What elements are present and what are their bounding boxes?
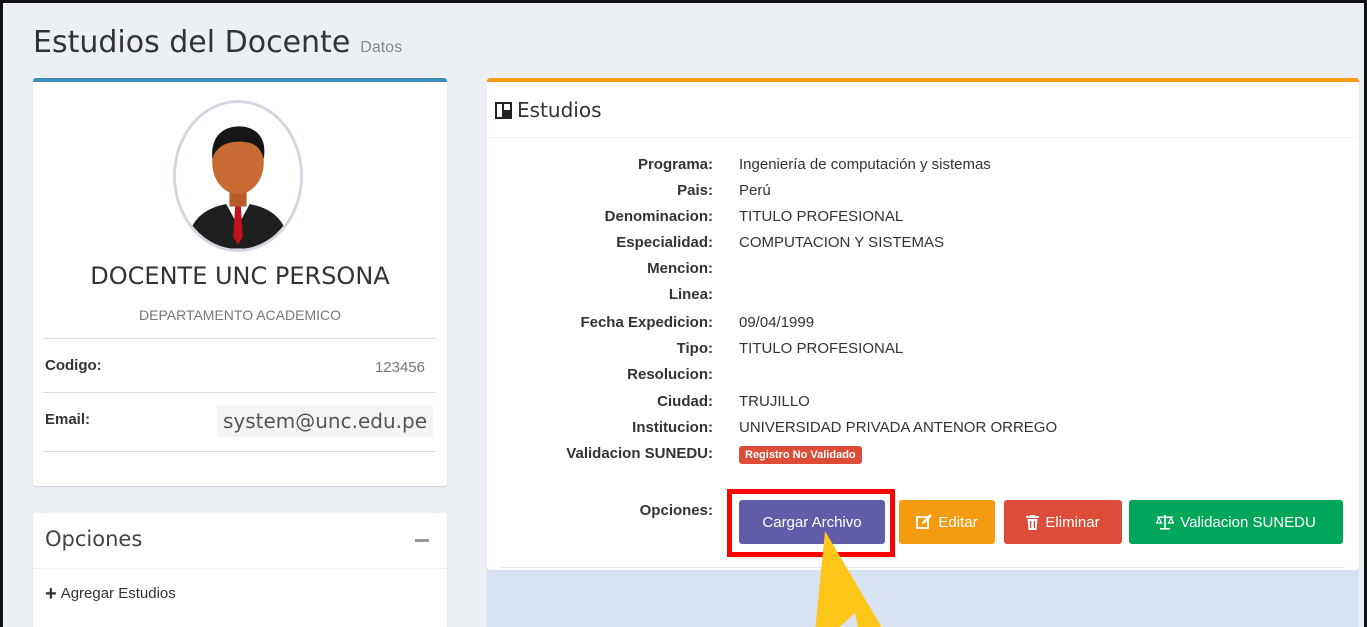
detail-label: Linea:	[668, 286, 713, 303]
detail-row: Resolucion:	[487, 366, 1359, 392]
detail-value: TRUJILLO	[739, 393, 810, 410]
detail-row: Institucion: UNIVERSIDAD PRIVADA ANTENOR…	[487, 419, 1359, 445]
page-header: Estudios del Docente Datos	[33, 25, 402, 60]
validacion-value: Registro No Validado	[739, 445, 862, 464]
trash-icon	[1026, 514, 1040, 530]
eliminar-button[interactable]: Eliminar	[1004, 500, 1122, 544]
validacion-sunedu-label: Validacion SUNEDU	[1180, 513, 1316, 531]
detail-row: Tipo: TITULO PROFESIONAL	[487, 340, 1359, 366]
opciones-label: Opciones:	[639, 502, 713, 519]
detail-value: COMPUTACION Y SISTEMAS	[739, 234, 945, 251]
profile-name: DOCENTE UNC PERSONA	[90, 262, 390, 290]
detail-value: TITULO PROFESIONAL	[739, 208, 904, 225]
detail-value: UNIVERSIDAD PRIVADA ANTENOR ORREGO	[739, 419, 1058, 436]
collapse-minus-icon[interactable]	[415, 539, 429, 542]
codigo-label: Codigo:	[45, 357, 102, 374]
validacion-sunedu-button[interactable]: Validacion SUNEDU	[1129, 500, 1343, 544]
email-label: Email:	[45, 411, 91, 428]
detail-label: Pais:	[677, 182, 713, 199]
plus-icon: +	[45, 582, 57, 605]
edit-icon	[916, 514, 933, 529]
agregar-estudios-link[interactable]: + Agregar Estudios	[45, 582, 176, 605]
codigo-row: Codigo: 123456	[43, 338, 435, 390]
detail-label: Resolucion:	[627, 366, 713, 383]
detail-row: Ciudad: TRUJILLO	[487, 393, 1359, 419]
profile-card: DOCENTE UNC PERSONA DEPARTAMENTO ACADEMI…	[33, 78, 447, 486]
validacion-label: Validacion SUNEDU:	[566, 445, 713, 462]
validacion-row: Validacion SUNEDU: Registro No Validado	[487, 445, 1359, 471]
opciones-title: Opciones	[45, 527, 143, 551]
page-subtitle: Datos	[360, 39, 403, 56]
pointer-arrow-icon	[815, 531, 882, 627]
opciones-card: Opciones + Agregar Estudios	[33, 513, 447, 627]
email-row: Email: system@unc.edu.pe	[43, 392, 435, 444]
detail-value: 09/04/1999	[739, 314, 815, 331]
panel-layout-icon	[495, 102, 512, 119]
editar-label: Editar	[938, 513, 978, 531]
divider	[501, 567, 1345, 568]
divider	[43, 451, 435, 452]
detail-value: TITULO PROFESIONAL	[739, 340, 904, 357]
detail-label: Fecha Expedicion:	[580, 314, 713, 331]
app-frame: Estudios del Docente Datos DOCENTE UNC P…	[0, 0, 1367, 627]
estudios-card: Estudios Programa: Ingeniería de computa…	[487, 78, 1359, 570]
user-avatar-icon	[176, 103, 300, 249]
agregar-estudios-label: Agregar Estudios	[60, 585, 176, 602]
footer-area	[487, 570, 1359, 627]
detail-row: Pais: Perú	[487, 182, 1359, 208]
editar-button[interactable]: Editar	[899, 500, 995, 544]
detail-row: Mencion:	[487, 260, 1359, 286]
estudios-title: Estudios	[517, 98, 602, 122]
avatar	[173, 100, 303, 252]
detail-label: Tipo:	[676, 340, 713, 357]
detail-label: Denominacion:	[604, 208, 713, 225]
detail-label: Especialidad:	[616, 234, 713, 251]
detail-row: Fecha Expedicion: 09/04/1999	[487, 314, 1359, 340]
email-value: system@unc.edu.pe	[216, 405, 433, 437]
estudios-header: Estudios	[487, 82, 1359, 138]
detail-label: Ciudad:	[657, 393, 713, 410]
detail-label: Mencion:	[647, 260, 713, 277]
detail-label: Programa:	[637, 156, 713, 173]
eliminar-label: Eliminar	[1045, 513, 1100, 531]
detail-value: Ingeniería de computación y sistemas	[739, 156, 991, 173]
balance-scale-icon	[1156, 515, 1175, 530]
page-title: Estudios del Docente	[33, 25, 351, 60]
detail-row: Especialidad: COMPUTACION Y SISTEMAS	[487, 234, 1359, 260]
detail-row: Linea:	[487, 286, 1359, 312]
profile-department: DEPARTAMENTO ACADEMICO	[139, 307, 341, 323]
status-badge: Registro No Validado	[739, 446, 862, 464]
detail-label: Institucion:	[632, 419, 713, 436]
detail-row: Programa: Ingeniería de computación y si…	[487, 156, 1359, 182]
detail-value: Perú	[739, 182, 771, 199]
opciones-header: Opciones	[33, 513, 447, 569]
detail-row: Denominacion: TITULO PROFESIONAL	[487, 208, 1359, 234]
codigo-value: 123456	[374, 359, 425, 376]
